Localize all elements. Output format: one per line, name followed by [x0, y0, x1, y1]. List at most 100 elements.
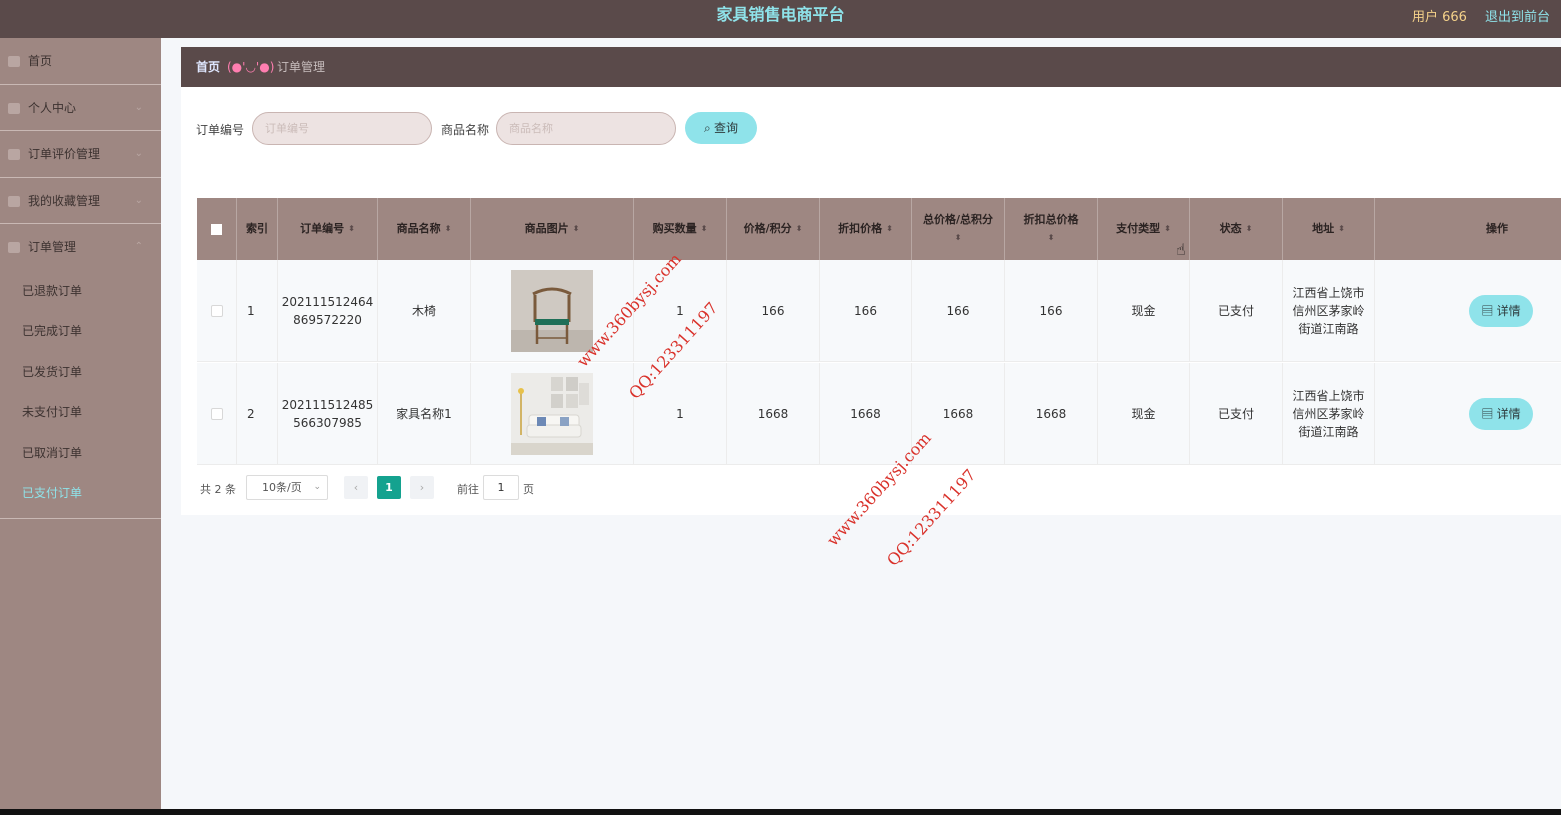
sort-icon[interactable]: ⬍: [445, 220, 452, 238]
row-checkbox[interactable]: [210, 408, 223, 420]
bottom-bar: [0, 809, 1561, 815]
col-status-label: 状态: [1219, 222, 1242, 235]
next-page-button[interactable]: ›: [410, 476, 434, 499]
checkbox-box[interactable]: [211, 223, 222, 235]
select-all-checkbox[interactable]: [197, 198, 237, 260]
col-total[interactable]: 总价格/总积分 ⬍: [912, 198, 1005, 260]
sort-icon[interactable]: ⬍: [955, 229, 962, 247]
chevron-down-icon: ⌄: [134, 194, 143, 206]
col-pay-type-label: 支付类型: [1116, 222, 1161, 235]
sidebar-item-personal-center[interactable]: 个人中心 ⌄: [0, 85, 161, 131]
page-number-button[interactable]: 1: [377, 476, 401, 499]
top-bar: 家具销售电商平台 用户 666 退出到前台: [0, 0, 1561, 38]
goto-page-input[interactable]: [483, 475, 519, 500]
breadcrumb-current: 订单管理: [277, 60, 326, 74]
detail-button[interactable]: ▤ 详情: [1469, 398, 1533, 430]
col-action-label: 操作: [1486, 222, 1508, 235]
row-checkbox-cell[interactable]: [197, 260, 237, 362]
favorites-icon: [8, 195, 20, 207]
col-product[interactable]: 商品名称 ⬍: [378, 198, 471, 260]
goto-label: 前往: [457, 483, 479, 496]
col-status[interactable]: 状态 ⬍: [1190, 198, 1283, 260]
sort-icon[interactable]: ⬍: [1164, 220, 1171, 238]
sidebar-subitem-completed[interactable]: 已完成订单: [0, 311, 161, 352]
col-order-no[interactable]: 订单编号 ⬍: [278, 198, 378, 260]
sidebar-item-home[interactable]: 首页: [0, 38, 161, 85]
detail-button[interactable]: ▤ 详情: [1469, 295, 1533, 327]
col-discount[interactable]: 折扣价格 ⬍: [820, 198, 912, 260]
user-name: 用户 666: [1412, 10, 1467, 25]
sidebar-item-order-review[interactable]: 订单评价管理 ⌄: [0, 131, 161, 178]
sidebar-item-order-management[interactable]: 订单管理 ⌃: [0, 224, 161, 271]
col-discount-total[interactable]: 折扣总价格 ⬍: [1005, 198, 1098, 260]
page-size-select[interactable]: 10条/页 ⌄: [246, 475, 328, 500]
col-qty[interactable]: 购买数量 ⬍: [634, 198, 727, 260]
breadcrumb-home[interactable]: 首页: [196, 47, 220, 87]
sort-icon[interactable]: ⬍: [701, 220, 708, 238]
table-row: 1 202111512464 869572220 木椅 1 166 166 166…: [197, 260, 1561, 362]
cell-product: 木椅: [378, 260, 471, 362]
sidebar-item-label: 首页: [28, 54, 53, 68]
prev-page-button[interactable]: ‹: [344, 476, 368, 499]
order-no-input[interactable]: [252, 112, 432, 145]
breadcrumb: 首页 (●'◡'●) 订单管理: [181, 47, 1561, 87]
sort-icon[interactable]: ⬍: [348, 220, 355, 238]
cell-pay-type: 现金: [1098, 260, 1190, 362]
col-image[interactable]: 商品图片 ⬍: [471, 198, 634, 260]
app-title: 家具销售电商平台: [716, 5, 845, 24]
sort-icon[interactable]: ⬍: [886, 220, 893, 238]
cell-index: 2: [237, 363, 278, 465]
col-total-label: 总价格/总积分: [922, 213, 994, 226]
cell-status: 已支付: [1190, 363, 1283, 465]
document-icon: ▤: [1481, 304, 1497, 318]
chevron-down-icon: ⌄: [134, 101, 143, 113]
address-line: 信州区茅家岭: [1292, 407, 1365, 421]
product-image-chair: [511, 270, 593, 352]
product-name-input[interactable]: [496, 112, 676, 145]
product-image-sofa: [511, 373, 593, 455]
address-line: 街道江南路: [1298, 322, 1359, 336]
table-header: 索引 订单编号 ⬍ 商品名称 ⬍ 商品图片 ⬍ 购买数量 ⬍ 价格/积分 ⬍ 折扣价格 ⬍ …: [197, 198, 1561, 260]
sidebar-subitem-refunded[interactable]: 已退款订单: [0, 271, 161, 312]
col-action: 操作: [1375, 198, 1561, 260]
sort-icon[interactable]: ⬍: [796, 220, 803, 238]
sidebar-item-label: 订单管理: [28, 240, 77, 254]
detail-button-label: 详情: [1496, 407, 1521, 421]
chevron-down-icon: ⌄: [313, 482, 321, 492]
sort-icon[interactable]: ⬍: [1338, 220, 1345, 238]
cell-qty: 1: [634, 363, 727, 465]
logout-link[interactable]: 退出到前台: [1485, 6, 1550, 25]
cell-discount: 166: [820, 260, 912, 362]
order-no-line: 202111512464: [281, 295, 374, 309]
sort-icon[interactable]: ⬍: [1048, 229, 1055, 247]
row-checkbox[interactable]: [210, 305, 223, 317]
sidebar-subitem-shipped[interactable]: 已发货订单: [0, 352, 161, 393]
sidebar-subitem-cancelled[interactable]: 已取消订单: [0, 433, 161, 474]
sidebar-item-label: 我的收藏管理: [28, 193, 101, 208]
user-icon: [8, 102, 20, 114]
sidebar-subitem-paid[interactable]: 已支付订单: [0, 473, 161, 514]
cell-discount: 1668: [820, 363, 912, 465]
col-image-label: 商品图片: [524, 222, 569, 235]
pagination-total: 共 2 条: [200, 483, 236, 496]
col-discount-total-label: 折扣总价格: [1023, 213, 1079, 226]
sidebar-subitem-unpaid[interactable]: 未支付订单: [0, 392, 161, 433]
cell-discount-total: 166: [1005, 260, 1098, 362]
sort-icon[interactable]: ⬍: [1246, 220, 1253, 238]
page-size-value: 10条/页: [262, 481, 302, 494]
sort-icon[interactable]: ⬍: [573, 220, 580, 238]
col-price[interactable]: 价格/积分 ⬍: [727, 198, 820, 260]
chevron-up-icon: ⌃: [134, 241, 143, 252]
query-button[interactable]: ⌕ 查询: [685, 112, 757, 144]
col-address-label: 地址: [1312, 222, 1335, 235]
col-index: 索引: [237, 198, 278, 260]
col-address[interactable]: 地址 ⬍: [1283, 198, 1375, 260]
search-icon: ⌕: [703, 121, 715, 135]
cell-action: ▤ 详情: [1375, 363, 1561, 465]
document-icon: ▤: [1481, 407, 1497, 421]
query-button-label: 查询: [714, 121, 739, 135]
cell-discount-total: 1668: [1005, 363, 1098, 465]
sidebar-item-favorites[interactable]: 我的收藏管理 ⌄: [0, 178, 161, 224]
cell-address: 江西省上饶市 信州区茅家岭 街道江南路: [1283, 363, 1375, 465]
row-checkbox-cell[interactable]: [197, 363, 237, 465]
